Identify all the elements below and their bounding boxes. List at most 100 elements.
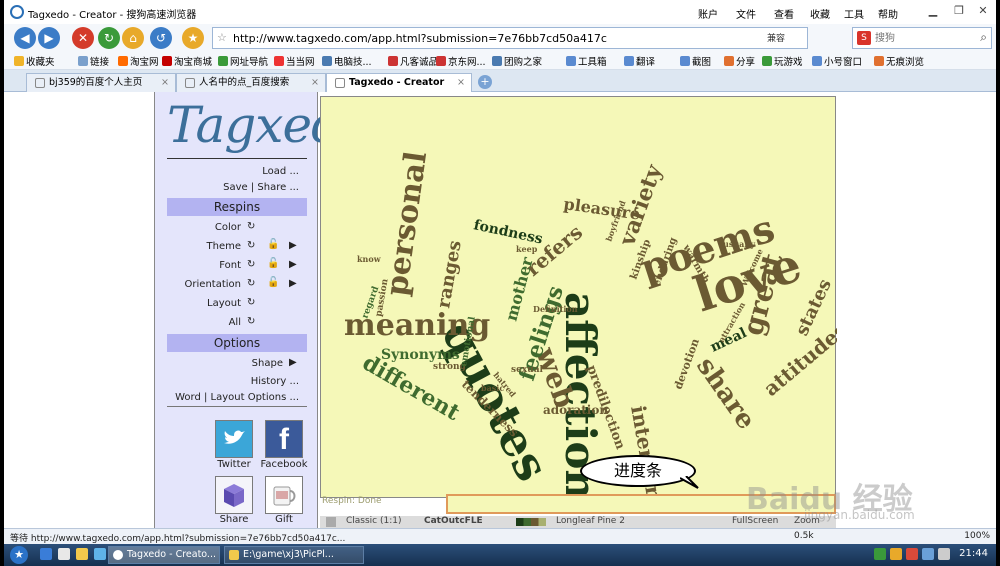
favorite-link[interactable]: 淘宝网 [118, 54, 159, 68]
favorite-link[interactable]: 网址导航 [218, 54, 268, 68]
cloud-word[interactable]: ranges [433, 239, 466, 310]
respin-all-icon[interactable]: ↻ [247, 316, 255, 327]
taskbar-item-tagxedo[interactable]: Tagxedo - Creato... [108, 546, 220, 564]
tab-baidu-search[interactable]: 人名中的点_百度搜索 × [176, 73, 326, 92]
favorite-link[interactable]: 翻译 [624, 54, 655, 68]
theme-swatch[interactable] [516, 518, 546, 526]
tab-baidu-profile[interactable]: bj359的百度个人主页 × [26, 73, 176, 92]
tray-network-icon[interactable] [874, 548, 886, 560]
save-share-link[interactable]: Save | Share ... [223, 182, 299, 193]
cloud-word[interactable]: share [690, 352, 761, 435]
size-preset[interactable]: Classic (1:1) [346, 516, 402, 526]
orientation-arrow-icon[interactable]: ▶ [289, 278, 297, 289]
respin-orientation[interactable]: Orientation [185, 279, 241, 290]
cloud-word[interactable]: sexual [511, 365, 544, 375]
favorite-link[interactable]: 分享 [724, 54, 755, 68]
cloud-word[interactable]: usually [723, 239, 755, 249]
tray-misc-icon[interactable] [938, 548, 950, 560]
compat-mode-button[interactable]: 兼容 [767, 31, 785, 44]
forward-icon[interactable]: ▶ [38, 27, 60, 49]
shape-option[interactable]: Shape [252, 358, 283, 369]
new-tab-icon[interactable]: + [478, 75, 492, 89]
load-link[interactable]: Load ... [262, 166, 299, 177]
favorite-link[interactable]: 截图 [680, 54, 711, 68]
menu-help[interactable]: 帮助 [878, 6, 898, 21]
cloud-word[interactable]: Definition [533, 304, 578, 314]
font-arrow-icon[interactable]: ▶ [289, 259, 297, 270]
cloud-word[interactable]: personal [379, 149, 434, 298]
history-back-icon[interactable]: ↺ [150, 27, 172, 49]
menu-tools[interactable]: 工具 [844, 6, 864, 21]
word-layout-options[interactable]: Word | Layout Options ... [175, 392, 299, 403]
theme-arrow-icon[interactable]: ▶ [289, 240, 297, 251]
tray-volume-icon[interactable] [890, 548, 902, 560]
word-cloud-canvas[interactable]: quotes affection love poems meaning personal w… [320, 96, 837, 499]
menu-view[interactable]: 查看 [774, 6, 794, 21]
respin-layout[interactable]: Layout [207, 298, 241, 309]
tab-close-icon[interactable]: × [311, 74, 319, 91]
explorer-quicklaunch-icon[interactable] [76, 548, 88, 560]
favorite-link[interactable]: 凡客诚品 [388, 54, 438, 68]
minimize-icon[interactable]: ▁ [920, 3, 946, 19]
tab-tagxedo[interactable]: Tagxedo - Creator × [326, 73, 472, 92]
cloud-word[interactable]: know [357, 254, 382, 264]
facebook-button[interactable]: f [265, 420, 303, 458]
respin-theme[interactable]: Theme [207, 241, 242, 252]
respin-color-icon[interactable]: ↻ [247, 221, 255, 232]
refresh-icon[interactable]: ↻ [98, 27, 120, 49]
search-input[interactable] [875, 30, 971, 46]
shape-arrow-icon[interactable]: ▶ [289, 357, 297, 368]
bookmark-star-icon[interactable]: ☆ [217, 31, 227, 44]
back-icon[interactable]: ◀ [14, 27, 36, 49]
tab-close-icon[interactable]: × [457, 74, 465, 91]
menu-account[interactable]: 账户 [698, 6, 718, 21]
taskbar-item-folder[interactable]: E:\game\xj3\PicPl... [224, 546, 364, 564]
respin-orientation-icon[interactable]: ↻ [247, 278, 255, 289]
share-button[interactable] [215, 476, 253, 514]
tray-security-icon[interactable] [906, 548, 918, 560]
cloud-word[interactable]: mother [502, 255, 537, 323]
desktop-quicklaunch-icon[interactable] [58, 548, 70, 560]
cloud-word[interactable]: Synonyms [381, 347, 460, 363]
search-box[interactable]: S ⌕ [852, 27, 992, 49]
address-url[interactable]: http://www.tagxedo.com/app.html?submissi… [233, 32, 607, 45]
respin-all[interactable]: All [229, 317, 241, 328]
gift-button[interactable] [265, 476, 303, 514]
favorite-link[interactable]: 链接 [78, 54, 109, 68]
favorite-link[interactable]: 小号窗口 [812, 54, 862, 68]
favorite-link[interactable]: 淘宝商城 [162, 54, 212, 68]
respin-font[interactable]: Font [219, 260, 241, 271]
respin-color[interactable]: Color [215, 222, 241, 233]
thumb-icon[interactable] [326, 517, 336, 527]
favorite-link[interactable]: 玩游戏 [762, 54, 803, 68]
menu-favorites[interactable]: 收藏 [810, 6, 830, 21]
favorite-star-icon[interactable]: ★ [182, 27, 204, 49]
favorite-link[interactable]: 电脑技... [322, 54, 372, 68]
start-button[interactable]: ★ [10, 546, 28, 564]
font-preset[interactable]: CatOutcFLE [424, 516, 483, 526]
respin-layout-icon[interactable]: ↻ [247, 297, 255, 308]
menu-file[interactable]: 文件 [736, 6, 756, 21]
favorite-link[interactable]: 工具箱 [566, 54, 607, 68]
favorite-link[interactable]: 收藏夹 [14, 54, 55, 68]
home-icon[interactable]: ⌂ [122, 27, 144, 49]
respin-theme-icon[interactable]: ↻ [247, 240, 255, 251]
search-icon[interactable]: ⌕ [980, 30, 987, 45]
theme-preset[interactable]: Longleaf Pine 2 [556, 516, 625, 526]
favorite-link[interactable]: 当当网 [274, 54, 315, 68]
ie-quicklaunch-icon[interactable] [40, 548, 52, 560]
stop-icon[interactable]: ✕ [72, 27, 94, 49]
history-option[interactable]: History ... [251, 376, 299, 387]
lock-orientation-icon[interactable]: 🔓 [267, 277, 279, 288]
tray-input-icon[interactable] [922, 548, 934, 560]
lock-theme-icon[interactable]: 🔓 [267, 239, 279, 250]
favorite-link[interactable]: 京东网... [436, 54, 486, 68]
app-quicklaunch-icon[interactable] [94, 548, 106, 560]
tab-close-icon[interactable]: × [161, 74, 169, 91]
respin-font-icon[interactable]: ↻ [247, 259, 255, 270]
close-icon[interactable]: ✕ [970, 3, 996, 19]
restore-icon[interactable]: ❐ [946, 3, 972, 19]
cloud-word[interactable]: keep [516, 244, 538, 254]
address-bar[interactable]: ☆ http://www.tagxedo.com/app.html?submis… [212, 27, 808, 49]
favorite-link[interactable]: 无痕浏览 [874, 54, 924, 68]
